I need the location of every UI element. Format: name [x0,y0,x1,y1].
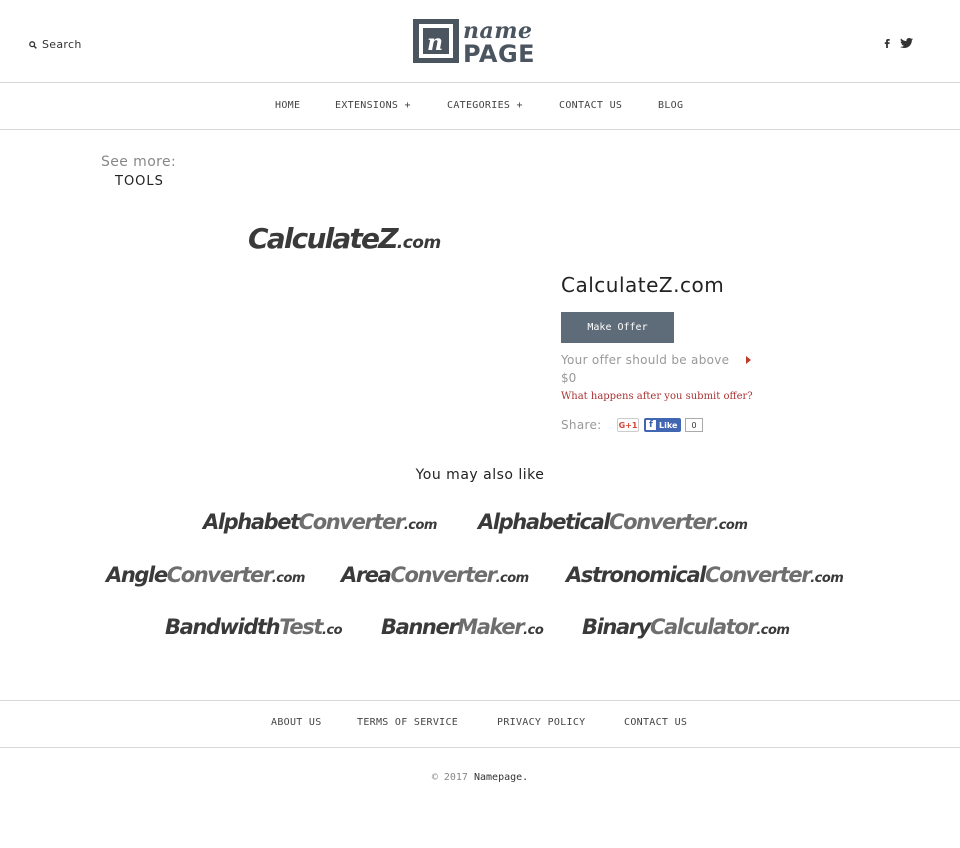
nav-home[interactable]: HOME [275,100,300,111]
copyright-text: © 2017 [431,772,468,783]
footer-brand-link[interactable]: Namepage. [474,772,528,783]
svg-text:PAGE: PAGE [463,40,535,64]
see-more-label: See more: [101,154,177,170]
facebook-like-button[interactable]: f Like [644,418,681,432]
twitter-icon[interactable] [900,38,913,48]
nav-extensions[interactable]: EXTENSIONS + [335,100,411,111]
footer-about-link[interactable]: ABOUT US [271,717,322,728]
facebook-like-label: Like [659,420,678,430]
make-offer-button[interactable]: Make Offer [561,312,674,343]
search-icon [29,40,37,49]
domain-name-title: CalculateZ.com [561,273,725,297]
domain-logo: CalculateZ.com [248,222,441,255]
google-plus-label: G+1 [618,420,638,430]
related-domain-link[interactable]: BandwidthTest.co [165,615,343,639]
footer-nav: ABOUT US TERMS OF SERVICE PRIVACY POLICY… [0,700,960,748]
related-domain-link[interactable]: AngleConverter.com [106,563,305,587]
svg-text:n: n [427,30,443,56]
google-plus-button[interactable]: G+1 [617,418,639,432]
share-label: Share: [561,418,602,432]
related-domain-link[interactable]: AlphabetConverter.com [203,510,437,534]
what-happens-link[interactable]: What happens after you submit offer? [561,391,753,402]
social-links [884,38,913,48]
also-like-heading: You may also like [415,467,545,483]
facebook-like-count: 0 [685,418,703,432]
nav-categories[interactable]: CATEGORIES + [447,100,523,111]
related-domain-link[interactable]: BannerMaker.co [381,615,544,639]
related-domain-link[interactable]: BinaryCalculator.com [582,615,790,639]
facebook-icon: f [646,420,656,430]
site-header: Search n name PAGE [0,0,960,83]
offer-min-price: $0 [561,371,577,385]
footer-privacy-link[interactable]: PRIVACY POLICY [497,717,586,728]
nav-contact[interactable]: CONTACT US [559,100,622,111]
caret-right-icon [746,356,751,364]
copyright: © 2017 Namepage. [0,772,960,783]
namepage-logo-icon: n name PAGE [413,18,535,68]
site-logo[interactable]: n name PAGE [413,18,549,68]
facebook-icon[interactable] [884,38,890,48]
related-domain-link[interactable]: AlphabeticalConverter.com [478,510,748,534]
nav-blog[interactable]: BLOG [658,100,683,111]
main-nav: HOME EXTENSIONS + CATEGORIES + CONTACT U… [0,83,960,130]
offer-note: Your offer should be above [561,353,730,367]
search-label: Search [42,38,82,51]
footer-contact-link[interactable]: CONTACT US [624,717,687,728]
related-domain-link[interactable]: AstronomicalConverter.com [566,563,844,587]
footer-terms-link[interactable]: TERMS OF SERVICE [357,717,458,728]
related-domain-link[interactable]: AreaConverter.com [341,563,529,587]
see-more-category-link[interactable]: TOOLS [115,174,164,189]
search-link[interactable]: Search [29,38,82,51]
